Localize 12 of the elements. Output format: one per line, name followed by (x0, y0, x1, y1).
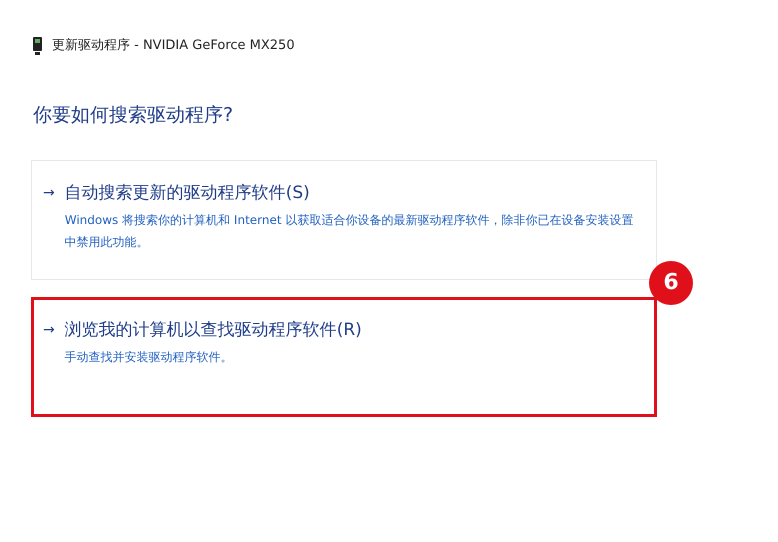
option-description: 手动查找并安装驱动程序软件。 (64, 348, 234, 366)
step-badge: 6 (649, 260, 693, 304)
window-title: 更新驱动程序 - NVIDIA GeForce MX250 (52, 37, 295, 56)
arrow-glyph: → (43, 320, 55, 340)
device-icon (33, 37, 42, 55)
heading: 你要如何搜索驱动程序? (33, 103, 234, 128)
option-card[interactable]: → 自动搜索更新的驱动程序软件(S) Windows 将搜索你的计算机和 Internet 以获取适合你设备的最新驱动程序软件，除非你已在设备安装设置中禁用此功能。 (31, 160, 657, 280)
arrow-glyph: → (43, 184, 55, 202)
option-title: 自动搜索更新的驱动程序软件(S) (64, 182, 311, 204)
option-card[interactable]: → 浏览我的计算机以查找驱动程序软件(R) 手动查找并安装驱动程序软件。 (31, 296, 657, 416)
option-description: Windows 将搜索你的计算机和 Internet 以获取适合你设备的最新驱动程序软件，除非你已在设备安装设置中禁用此功能。 (64, 212, 634, 250)
option-title: 浏览我的计算机以查找驱动程序软件(R) (64, 318, 363, 342)
